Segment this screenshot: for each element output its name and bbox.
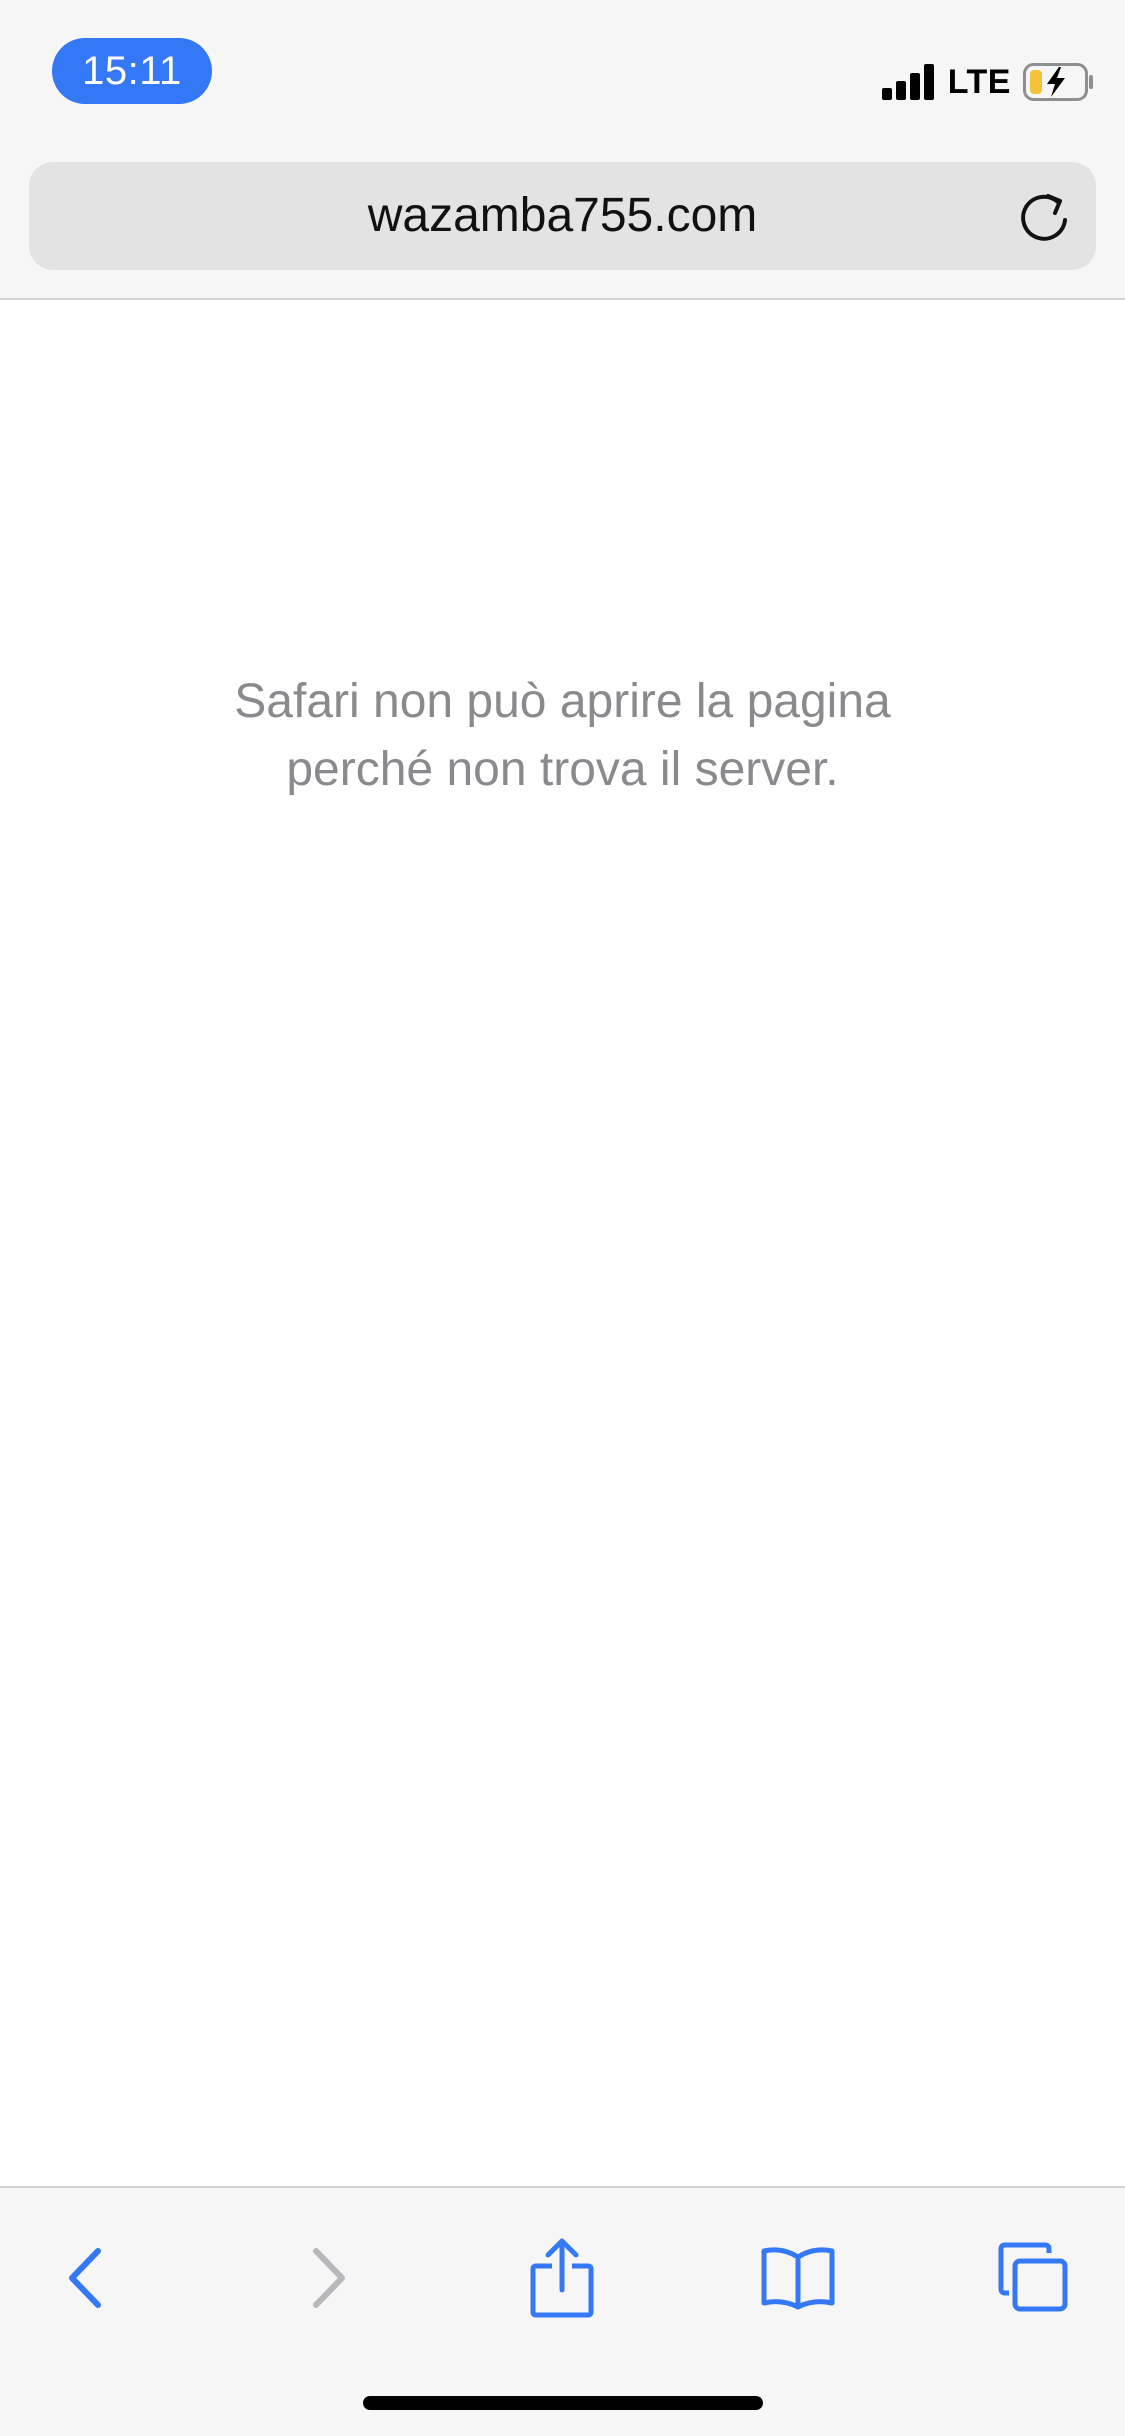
bookmarks-button[interactable]	[748, 2228, 848, 2328]
bookmarks-icon	[761, 2247, 835, 2310]
url-text[interactable]: wazamba755.com	[29, 162, 1096, 270]
forward-icon	[313, 2248, 345, 2308]
reload-icon[interactable]	[1014, 186, 1074, 246]
tabs-icon	[998, 2242, 1068, 2312]
home-indicator[interactable]	[363, 2396, 763, 2410]
forward-button[interactable]	[278, 2228, 378, 2328]
signal-bars-icon	[881, 64, 934, 100]
back-button[interactable]	[36, 2228, 136, 2328]
error-message: Safari non può aprire la pagina perché n…	[150, 668, 975, 804]
tabs-button[interactable]	[984, 2228, 1084, 2328]
status-time[interactable]: 15:11	[52, 38, 212, 104]
network-type: LTE	[947, 63, 1011, 101]
error-line-2: perché non trova il server.	[286, 743, 839, 796]
status-indicators: LTE	[881, 58, 1095, 106]
back-icon	[69, 2248, 101, 2308]
share-button[interactable]	[512, 2228, 612, 2328]
share-icon	[530, 2238, 594, 2318]
address-bar[interactable]: wazamba755.com	[29, 162, 1096, 270]
battery-charging-icon	[1023, 63, 1093, 101]
browser-top-chrome: 15:11 LTE wazamba755.com	[0, 0, 1125, 300]
error-line-1: Safari non può aprire la pagina	[234, 675, 891, 728]
